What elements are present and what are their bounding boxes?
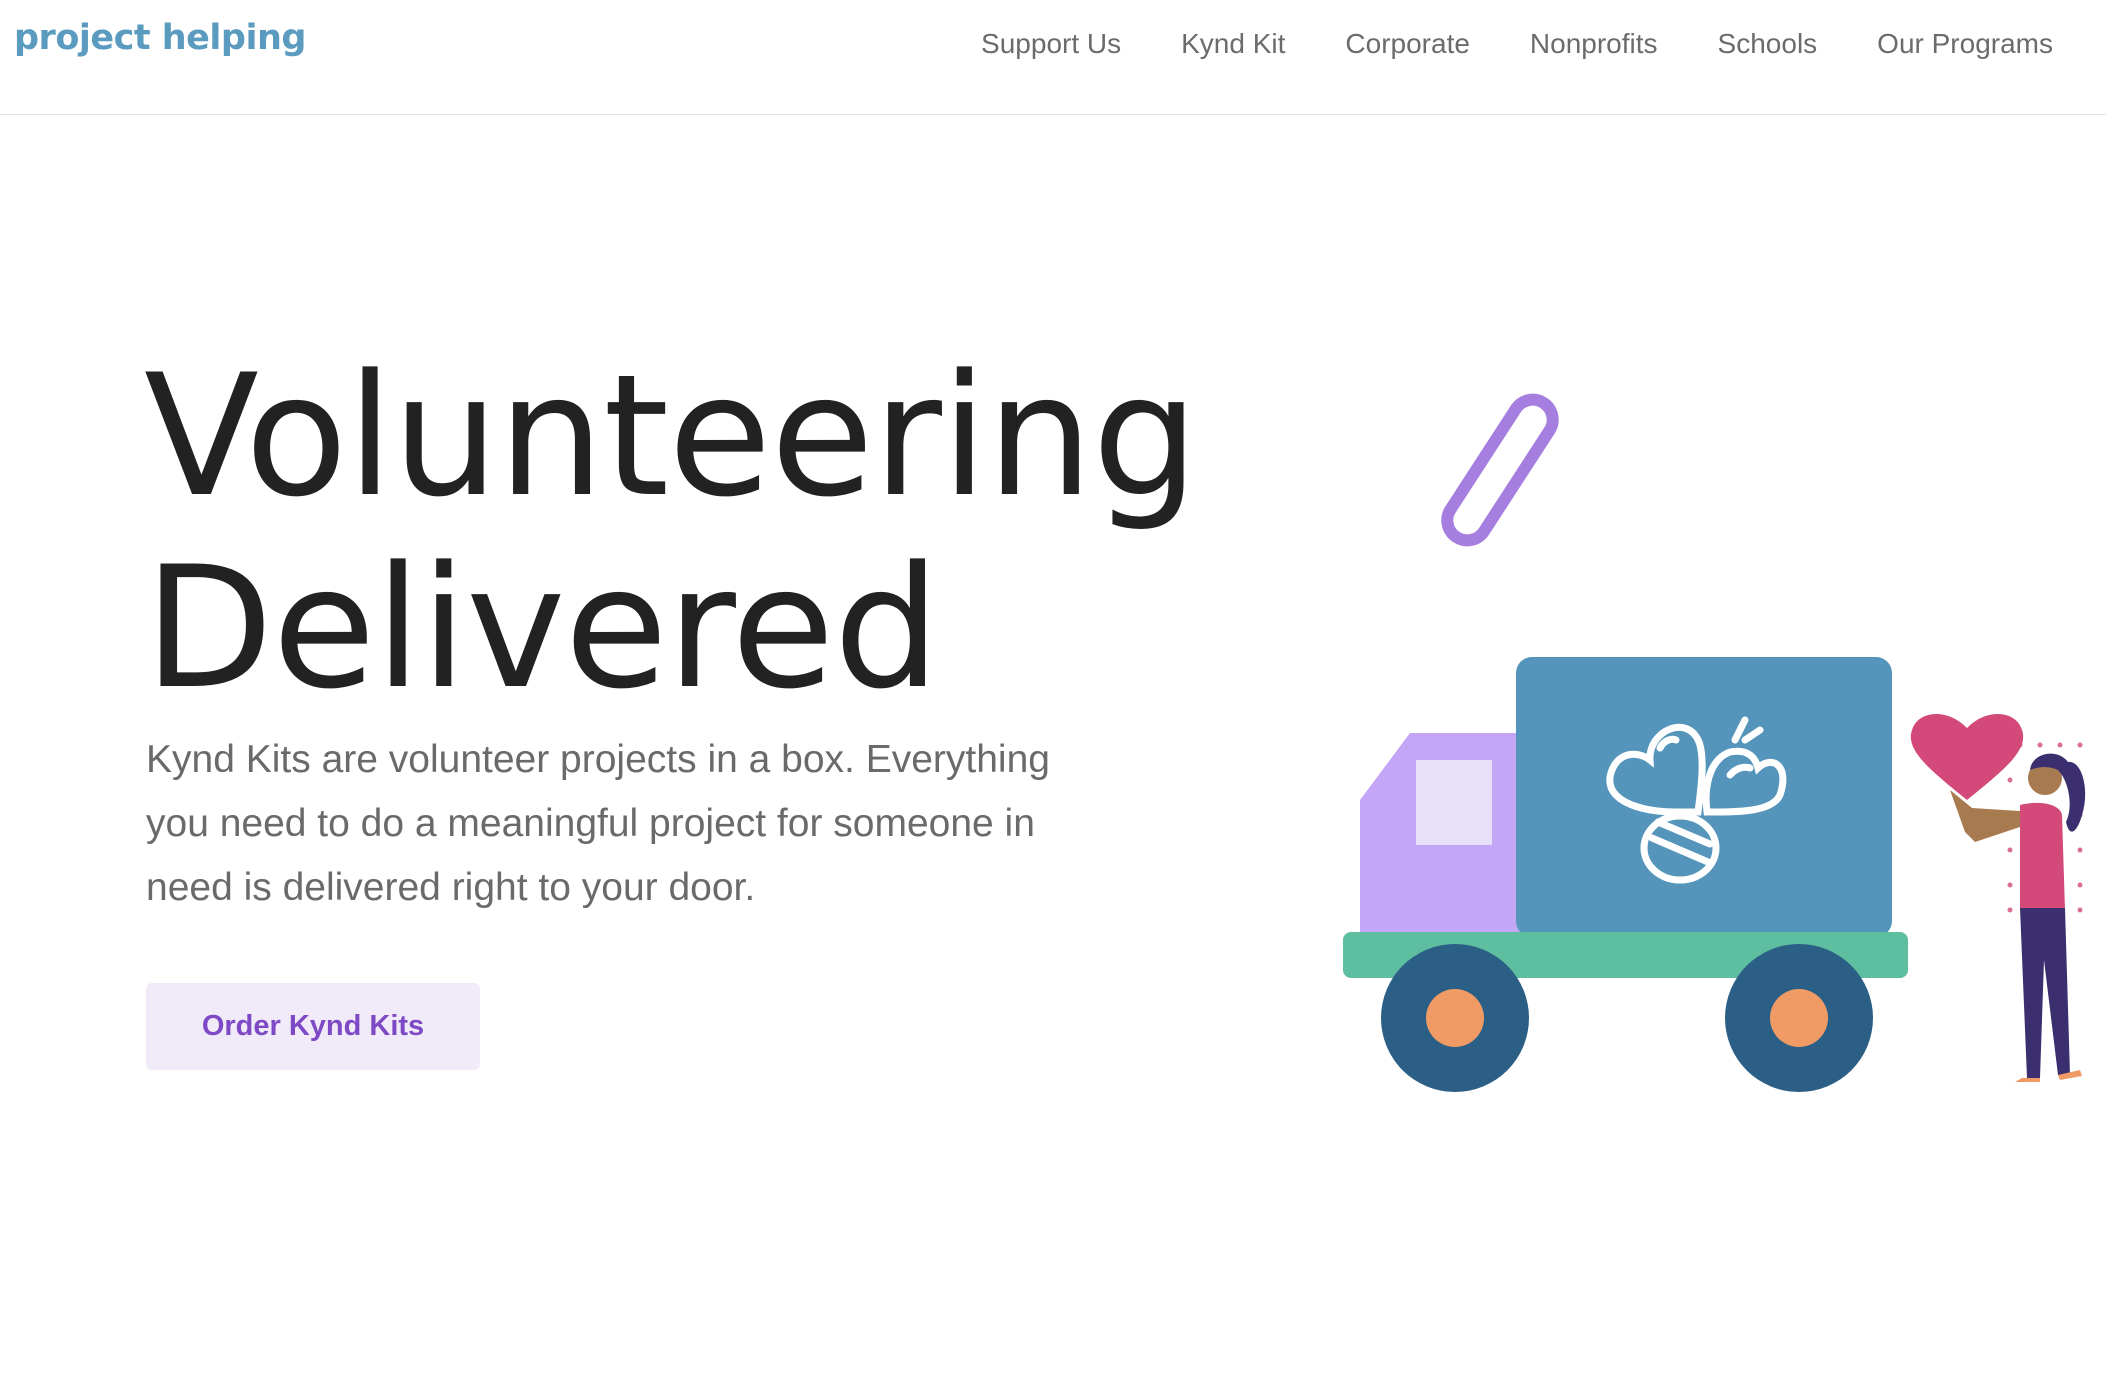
main-nav: Support Us Kynd Kit Corporate Nonprofits… <box>981 24 2053 64</box>
hero-title-line-2: Delivered <box>144 530 940 726</box>
nav-our-programs[interactable]: Our Programs <box>1877 24 2053 64</box>
nav-schools[interactable]: Schools <box>1718 24 1818 64</box>
hero-description: Kynd Kits are volunteer projects in a bo… <box>146 738 1050 909</box>
logo[interactable]: project helping <box>14 18 306 58</box>
delivery-truck-illustration <box>1343 657 1908 1092</box>
delivery-illustration <box>1343 393 2086 1092</box>
heart-icon <box>1910 713 2024 800</box>
order-kynd-kits-button[interactable]: Order Kynd Kits <box>146 983 480 1070</box>
page: project helping Support Us Kynd Kit Corp… <box>0 0 2106 1400</box>
hero-title-line-1: Volunteering <box>144 338 1199 534</box>
nav-kynd-kit[interactable]: Kynd Kit <box>1181 24 1285 64</box>
nav-nonprofits[interactable]: Nonprofits <box>1530 24 1658 64</box>
site-header: project helping Support Us Kynd Kit Corp… <box>0 0 2106 115</box>
nav-support-us[interactable]: Support Us <box>981 24 1121 64</box>
hero-title: Volunteering Delivered <box>144 338 1199 726</box>
link-icon <box>1441 393 1559 547</box>
nav-corporate[interactable]: Corporate <box>1345 24 1470 64</box>
person-illustration <box>1910 713 2086 1082</box>
